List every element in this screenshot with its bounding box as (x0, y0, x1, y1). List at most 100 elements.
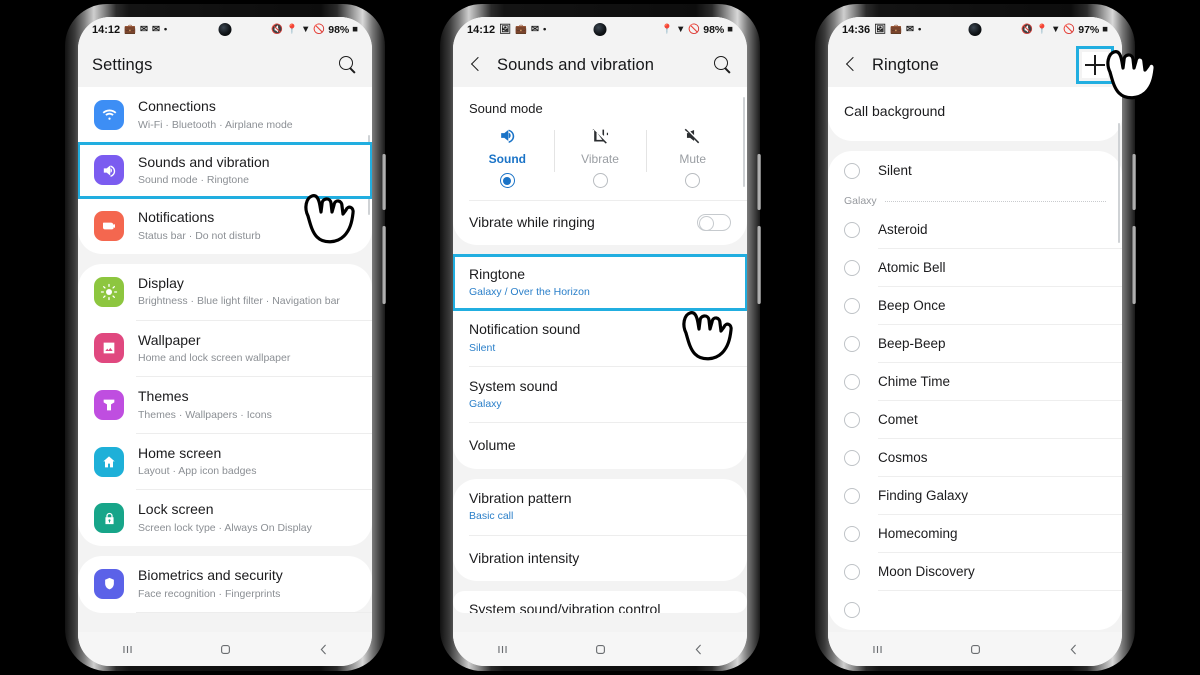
list-item-silent[interactable]: Silent (828, 151, 1122, 190)
list-item-call-background[interactable]: Call background (828, 97, 1122, 127)
radio-ringtone[interactable] (844, 297, 860, 314)
item-subtitle: Face recognition · Fingerprints (138, 587, 281, 600)
sidebar-item-display[interactable]: Display Brightness · Blue light filter ·… (78, 264, 372, 320)
home-icon[interactable] (967, 641, 984, 658)
battery-percent: 98% (328, 24, 350, 36)
navigation-bar (828, 632, 1122, 666)
radio-ringtone[interactable] (844, 411, 860, 428)
list-item-ringtone[interactable]: Homecoming (828, 515, 1122, 552)
ringtone-list[interactable]: Call background Silent Galaxy Asteroid A… (828, 87, 1122, 632)
list-item-notification-sound[interactable]: Notification sound Silent (453, 310, 747, 366)
volume-button[interactable] (1132, 154, 1136, 210)
list-item-system-sound[interactable]: System sound Galaxy (453, 367, 747, 423)
phone-1: 14:12 💼 ✉ ✉ • 🔇 📍 ▼ 🚫 98% ■ Settings Con… (65, 0, 386, 675)
vibrate-while-ringing-toggle[interactable] (697, 214, 731, 232)
sidebar-item-wallpaper[interactable]: Wallpaper Home and lock screen wallpaper (78, 321, 372, 377)
settings-list[interactable]: Connections Wi-Fi · Bluetooth · Airplane… (78, 87, 372, 632)
battery-icon: ■ (727, 24, 733, 36)
status-time: 14:36 (842, 24, 871, 36)
brightness-icon (94, 276, 124, 307)
status-bar-left: 14:12 🖼 💼 ✉ • (467, 24, 546, 36)
recents-icon[interactable] (119, 641, 136, 658)
list-item-ringtone[interactable]: Chime Time (828, 363, 1122, 400)
power-button[interactable] (757, 226, 761, 304)
list-item-ringtone[interactable]: Finding Galaxy (828, 477, 1122, 514)
list-item-vibration-pattern[interactable]: Vibration pattern Basic call (453, 479, 747, 535)
list-item-ringtone[interactable]: Cosmos (828, 439, 1122, 476)
power-button[interactable] (1132, 226, 1136, 304)
item-title: Call background (844, 103, 946, 119)
sidebar-item-home-screen[interactable]: Home screen Layout · App icon badges (78, 434, 372, 490)
list-item-vibration-intensity[interactable]: Vibration intensity (453, 536, 747, 582)
home-icon[interactable] (592, 641, 609, 658)
radio-ringtone[interactable] (844, 373, 860, 390)
wifi-icon: ▼ (1050, 24, 1061, 36)
sound-mode-option-sound[interactable]: Sound (461, 126, 554, 188)
power-button[interactable] (382, 226, 386, 304)
back-chevron-icon[interactable] (467, 56, 485, 74)
list-item-ringtone[interactable]: Atomic Bell (828, 249, 1122, 286)
wifi-icon: ▼ (675, 24, 686, 36)
list-item-ringtone-partial[interactable] (828, 591, 1122, 628)
radio-ringtone[interactable] (844, 563, 860, 580)
radio-ringtone[interactable] (844, 259, 860, 276)
radio-ringtone[interactable] (844, 601, 860, 618)
scrollbar[interactable] (1117, 123, 1120, 243)
item-title: Notification sound (469, 321, 581, 338)
radio-ringtone[interactable] (844, 525, 860, 542)
list-item-volume[interactable]: Volume (453, 423, 747, 469)
item-title: Home screen (138, 444, 222, 461)
list-item-ringtone[interactable]: Beep Once (828, 287, 1122, 324)
sounds-settings-list[interactable]: Sound mode Sound Vibrate Mute Vibrate wh… (453, 87, 747, 632)
radio-sound[interactable] (499, 173, 515, 188)
list-item-ringtone[interactable]: Beep-Beep (828, 325, 1122, 362)
radio-ringtone[interactable] (844, 221, 860, 238)
add-ringtone-button[interactable] (1076, 46, 1114, 84)
sidebar-item-sounds-and-vibration[interactable]: Sounds and vibration Sound mode · Ringto… (78, 141, 372, 200)
search-icon[interactable] (338, 55, 358, 75)
dot-icon: • (918, 24, 922, 36)
status-bar-right: 🔇 📍 ▼ 🚫 98% ■ (271, 24, 358, 36)
list-item-ringtone[interactable]: Ringtone Galaxy / Over the Horizon (453, 253, 747, 312)
bell-icon (94, 211, 124, 242)
radio-ringtone[interactable] (844, 487, 860, 504)
sidebar-item-lock-screen[interactable]: Lock screen Screen lock type · Always On… (78, 490, 372, 546)
battery-percent: 98% (703, 24, 725, 36)
ringtone-options-card: Silent Galaxy Asteroid Atomic Bell Beep … (828, 150, 1122, 630)
briefcase-icon: 💼 (515, 24, 528, 36)
volume-button[interactable] (757, 154, 761, 210)
sidebar-item-biometrics-and-security[interactable]: Biometrics and security Face recognition… (78, 556, 372, 612)
item-title: Comet (878, 412, 918, 427)
radio-vibrate[interactable] (592, 173, 608, 188)
recents-icon[interactable] (494, 641, 511, 658)
back-icon[interactable] (315, 641, 332, 658)
scrollbar[interactable] (742, 97, 745, 187)
list-item-ringtone[interactable]: Comet (828, 401, 1122, 438)
phone-1-frame: 14:12 💼 ✉ ✉ • 🔇 📍 ▼ 🚫 98% ■ Settings Con… (65, 4, 386, 671)
home-icon[interactable] (217, 641, 234, 658)
radio-ringtone[interactable] (844, 449, 860, 466)
volume-button[interactable] (382, 154, 386, 210)
group-gap (828, 140, 1122, 151)
sidebar-item-notifications[interactable]: Notifications Status bar · Do not distur… (78, 198, 372, 254)
sound-mode-option-vibrate[interactable]: Vibrate (553, 126, 647, 188)
back-icon[interactable] (1065, 641, 1082, 658)
radio-mute[interactable] (685, 173, 701, 188)
back-chevron-icon[interactable] (842, 56, 860, 74)
radio-ringtone[interactable] (844, 335, 860, 352)
back-icon[interactable] (690, 641, 707, 658)
list-item-ringtone[interactable]: Moon Discovery (828, 553, 1122, 590)
item-title: Beep-Beep (878, 336, 946, 351)
sound-mode-option-mute[interactable]: Mute (646, 126, 739, 188)
camera-punch-hole (218, 23, 232, 36)
sidebar-item-connections[interactable]: Connections Wi-Fi · Bluetooth · Airplane… (78, 87, 372, 143)
search-icon[interactable] (713, 55, 733, 75)
radio-silent[interactable] (844, 162, 860, 179)
list-item-system-sound-vibration-control[interactable]: System sound/vibration control (453, 591, 747, 613)
item-subtitle: Home and lock screen wallpaper (138, 352, 291, 364)
vibrate-while-ringing-row[interactable]: Vibrate while ringing (453, 201, 747, 245)
sidebar-item-themes[interactable]: Themes Themes · Wallpapers · Icons (78, 377, 372, 433)
list-item-ringtone[interactable]: Asteroid (828, 211, 1122, 248)
recents-icon[interactable] (869, 641, 886, 658)
navigation-bar (78, 632, 372, 666)
